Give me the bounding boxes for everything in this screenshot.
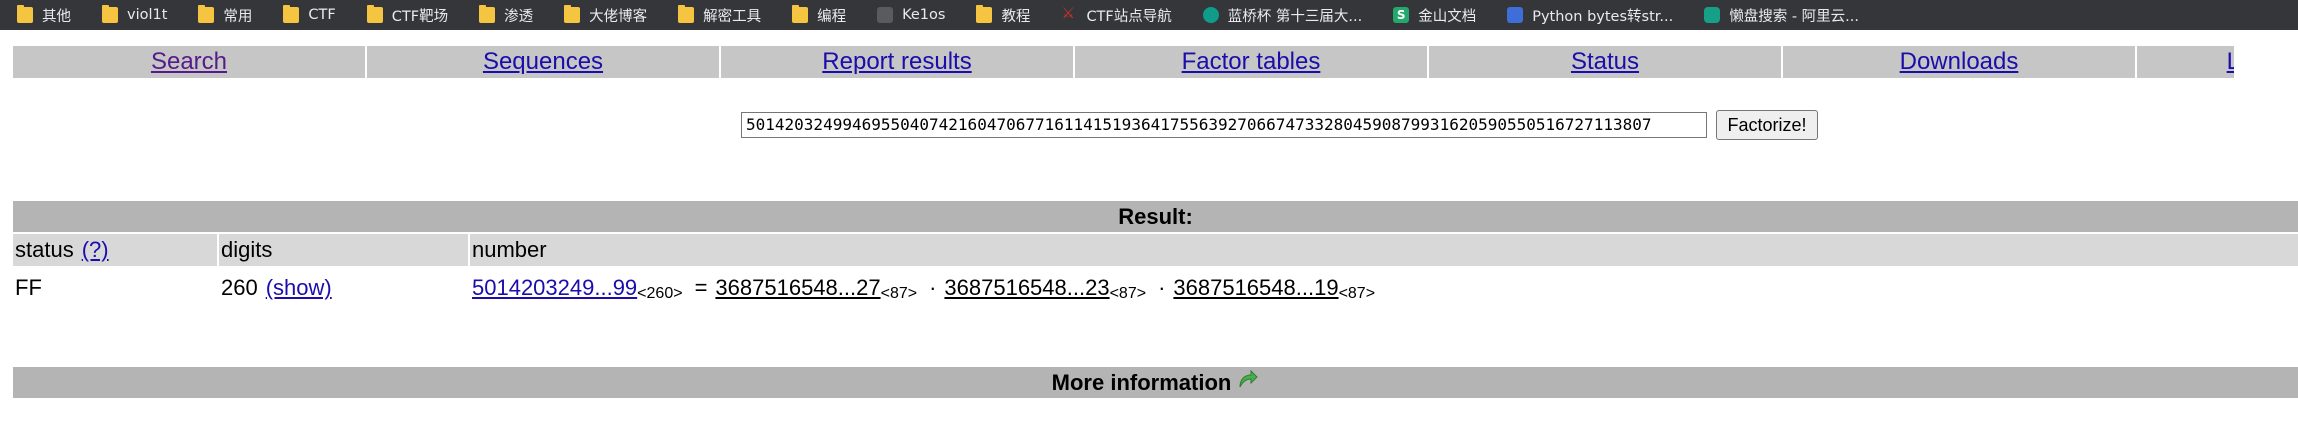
header-digits: digits	[219, 234, 468, 266]
more-information-header: More information	[13, 367, 2298, 398]
bookmark-folder-blogs[interactable]: 大佬博客	[564, 5, 647, 26]
folder-icon	[17, 5, 33, 23]
multiply-dot: ·	[1158, 275, 1166, 300]
bookmark-folder-shentou[interactable]: 渗透	[479, 5, 533, 26]
factor-link[interactable]: 3687516548...19	[1173, 275, 1338, 301]
folder-icon	[792, 5, 809, 23]
nav-report-results-cell: Report results	[721, 46, 1073, 78]
header-status: status (?)	[13, 234, 217, 266]
bookmarks-bar: 其他 viol1t 常用 CTF CTF靶场 渗透 大佬博客 解密工具 编程 K…	[0, 0, 2298, 30]
equals-sign: =	[694, 275, 708, 300]
status-help-link[interactable]: (?)	[82, 237, 109, 263]
nav-status-link[interactable]: Status	[1571, 48, 1639, 76]
folder-icon	[102, 5, 118, 23]
bookmark-python-bytes[interactable]: Python bytes转str...	[1507, 5, 1673, 26]
bookmark-folder-viol1t[interactable]: viol1t	[102, 5, 167, 23]
nav-login-link[interactable]: L	[2227, 48, 2234, 76]
nav-sequences-cell: Sequences	[367, 46, 719, 78]
folder-icon	[479, 5, 496, 23]
bookmark-ctf-nav[interactable]: CTF站点导航	[1061, 4, 1171, 26]
bookmark-lanpan[interactable]: 懒盘搜索 - 阿里云...	[1704, 5, 1859, 26]
folder-icon	[198, 5, 215, 23]
result-header-row: status (?) digits number	[13, 234, 2298, 266]
nav-report-results-link[interactable]: Report results	[822, 48, 971, 76]
lanqiao-icon	[1202, 7, 1219, 23]
header-number: number	[470, 234, 2298, 266]
number-digit-count: <260>	[637, 285, 683, 302]
bookmark-folder-qita[interactable]: 其他	[17, 5, 71, 26]
app-icon	[877, 7, 894, 23]
nav-sequences-link[interactable]: Sequences	[483, 48, 603, 76]
lanpan-icon	[1704, 7, 1721, 23]
multiply-dot: ·	[929, 275, 937, 300]
factor-link[interactable]: 3687516548...23	[944, 275, 1109, 301]
nav-status-cell: Status	[1429, 46, 1781, 78]
result-title: Result:	[13, 201, 2298, 232]
show-digits-link[interactable]: (show)	[266, 275, 332, 301]
factor-digit-count: <87>	[1109, 285, 1147, 302]
factor-digit-count: <87>	[880, 285, 918, 302]
python-icon	[1507, 7, 1524, 23]
bookmark-folder-ctf[interactable]: CTF	[283, 5, 336, 23]
folder-icon	[976, 5, 993, 23]
bookmark-folder-ctf-range[interactable]: CTF靶场	[366, 5, 448, 26]
folder-icon	[564, 5, 581, 23]
bookmark-folder-jiaocheng[interactable]: 教程	[976, 5, 1030, 26]
bookmark-ke1os[interactable]: Ke1os	[877, 7, 945, 23]
nav-search-link[interactable]: Search	[151, 48, 227, 76]
nav-factor-tables-cell: Factor tables	[1075, 46, 1427, 78]
bookmark-lanqiao[interactable]: 蓝桥杯 第十三届大...	[1202, 5, 1362, 26]
result-row: FF 260 (show) 5014203249...99 <260> = 36…	[13, 266, 2298, 310]
nav-search-cell: Search	[13, 46, 365, 78]
nav-downloads-link[interactable]: Downloads	[1900, 48, 2019, 76]
bookmark-folder-changyong[interactable]: 常用	[198, 5, 252, 26]
factorize-button[interactable]: Factorize!	[1716, 110, 1818, 140]
ctf-icon	[1061, 4, 1077, 23]
bookmark-wps-docs[interactable]: S 金山文档	[1393, 5, 1476, 26]
main-nav: Search Sequences Report results Factor t…	[13, 46, 2236, 78]
bookmark-folder-decrypt-tools[interactable]: 解密工具	[678, 5, 761, 26]
nav-login-cell: L	[2137, 46, 2234, 78]
number-search-input[interactable]: 5014203249946955040742160470677161141519…	[741, 112, 1707, 138]
nav-downloads-cell: Downloads	[1783, 46, 2135, 78]
number-factorization: 5014203249...99 <260> = 3687516548...27 …	[470, 266, 1383, 310]
folder-icon	[678, 5, 695, 23]
bookmark-folder-biancheng[interactable]: 编程	[792, 5, 846, 26]
folder-icon	[283, 5, 300, 23]
factor-digit-count: <87>	[1338, 285, 1376, 302]
wps-icon: S	[1393, 7, 1410, 23]
green-arrow-icon[interactable]	[1237, 368, 1259, 397]
folder-icon	[366, 5, 383, 23]
nav-factor-tables-link[interactable]: Factor tables	[1182, 48, 1321, 76]
status-value: FF	[15, 275, 42, 300]
digits-value: 260 (show)	[221, 275, 332, 301]
number-link[interactable]: 5014203249...99	[472, 275, 637, 301]
factor-link[interactable]: 3687516548...27	[715, 275, 880, 301]
